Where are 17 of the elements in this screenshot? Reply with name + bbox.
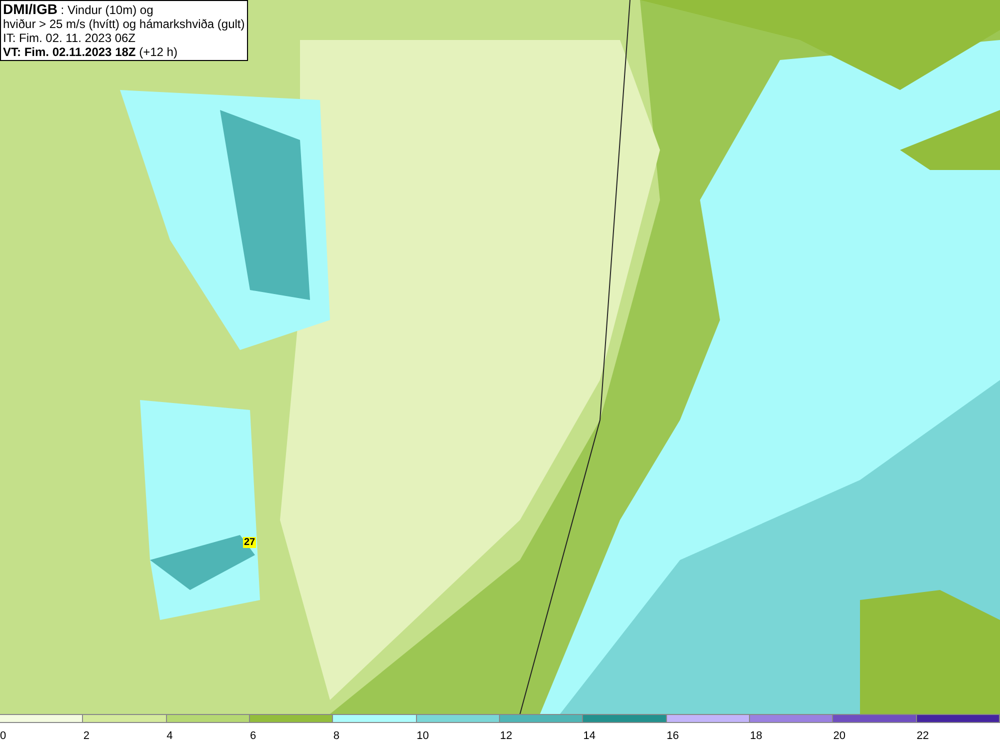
- valid-time: VT: Fim. 02.11.2023 18Z (+12 h): [3, 45, 178, 59]
- legend-tick-label: 4: [166, 730, 173, 742]
- legend-tick-label: 10: [416, 730, 429, 742]
- map-title: DMI/IGB : Vindur (10m) og: [3, 2, 154, 17]
- legend-tick-label: 22: [916, 730, 929, 742]
- legend-tick-label: 20: [833, 730, 846, 742]
- legend-tick-label: 12: [500, 730, 512, 742]
- map-subtitle: hviður > 25 m/s (hvítt) og hámarkshviða (gult): [3, 17, 245, 31]
- legend-tick-label: 6: [250, 730, 256, 742]
- issue-time: IT: Fim. 02. 11. 2023 06Z: [3, 31, 137, 45]
- legend-tick-label: 8: [333, 730, 340, 742]
- legend-tick-label: 0: [0, 730, 6, 742]
- legend-tick-label: 16: [666, 730, 679, 742]
- gust-label: 27: [243, 537, 256, 548]
- legend-tick-label: 18: [750, 730, 762, 742]
- legend-tick-label: 14: [583, 730, 596, 742]
- legend-tick-label: 2: [83, 730, 90, 742]
